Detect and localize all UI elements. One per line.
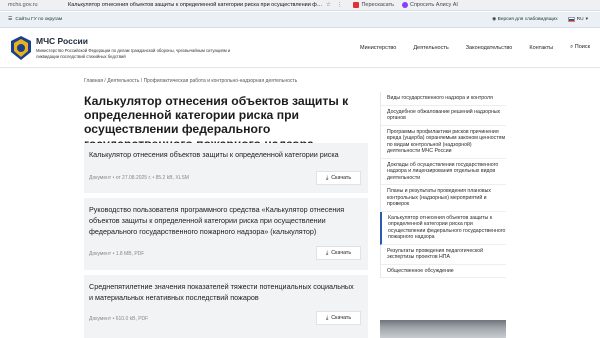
sidebar-item-supervision-types[interactable]: Виды государственного надзора и контроля [381,92,506,106]
translate-icon [353,2,360,8]
nav-activity[interactable]: Деятельность [413,45,448,51]
alice-label: Спросить Алису AI [409,2,458,8]
brand-name: МЧС России [36,36,88,46]
nav-contacts[interactable]: Контакты [529,45,553,51]
translate-extension[interactable]: Перескасать [353,2,394,8]
bookmark-icon[interactable]: ☆ [326,2,331,8]
alice-extension[interactable]: Спросить Алису AI [401,2,458,8]
breadcrumb-current: Профилактическая работа и контрольно-над… [143,78,298,84]
mchs-emblem-icon[interactable] [11,35,31,60]
sidebar-item-expertise-results[interactable]: Результаты проведения педагогической экс… [381,245,506,265]
download-button[interactable]: ⤓ Скачать [316,246,361,260]
download-icon: ⤓ [325,314,329,321]
download-button[interactable]: ⤓ Скачать [316,311,361,325]
document-card: Калькулятор отнесения объектов защиты к … [84,143,368,193]
accessibility-link[interactable]: ◉ Версия для слабовидящих [492,17,558,22]
eye-icon: ◉ [492,17,497,22]
sidebar-item-prevention-programs[interactable]: Программы профилактики рисков причинения… [381,126,506,159]
russian-flag-icon [567,17,575,22]
download-label: Скачать [331,250,352,256]
document-title: Среднепятилетние значения показателей тя… [89,282,354,302]
menu-icon: ☰ [8,17,13,22]
document-title: Руководство пользователя программного ср… [89,205,345,236]
browser-page-title: Калькулятор отнесения объектов защиты к … [68,2,323,8]
sidebar-item-public-discussion[interactable]: Общественное обсуждение [381,265,506,278]
download-button[interactable]: ⤓ Скачать [316,171,361,185]
breadcrumb-activity[interactable]: Деятельность [107,78,139,84]
download-icon: ⤓ [325,174,329,181]
regions-label: Сайты ГУ по округам [15,17,63,22]
sidebar-item-appeals[interactable]: Досудебное обжалование решений надзорных… [381,106,506,126]
download-label: Скачать [331,175,352,181]
document-card: Руководство пользователя программного ср… [84,198,368,270]
brand-subtitle: Министерство Российской Федерации по дел… [36,48,231,59]
main-nav: Министерство Деятельность Законодательст… [360,44,590,51]
regions-link[interactable]: ☰ Сайты ГУ по округам [8,17,62,22]
document-card: Среднепятилетние значения показателей тя… [84,275,368,338]
search-icon: ⌕ [570,44,574,50]
brand-block[interactable]: МЧС России Министерство Российской Федер… [36,36,241,59]
search-label: Поиск [574,44,590,50]
breadcrumb-home[interactable]: Главная [84,78,103,84]
sidebar-banner-image[interactable] [380,320,506,338]
download-label: Скачать [331,315,352,321]
extensions-icon[interactable]: ⋮ [337,2,343,8]
nav-legislation[interactable]: Законодательство [466,45,513,51]
sidebar-item-reports[interactable]: Доклады об осуществлении государственног… [381,159,506,185]
sidebar-item-inspection-plans[interactable]: Планы и результаты проведения плановых к… [381,185,506,212]
language-selector[interactable]: RU ▾ [567,17,588,22]
document-title: Калькулятор отнесения объектов защиты к … [89,150,339,159]
translate-label: Перескасать [361,2,394,8]
site-header: МЧС России Министерство Российской Федер… [0,28,600,68]
download-icon: ⤓ [325,249,329,256]
alice-icon [401,2,408,8]
breadcrumb: Главная / Деятельность / Профилактическа… [84,78,298,84]
address-bar[interactable]: mchs.gov.ru [8,2,68,8]
browser-toolbar: mchs.gov.ru Калькулятор отнесения объект… [0,0,600,11]
document-meta: Документ • от 27.08.2025 г. • 85.2 kB, X… [89,175,189,181]
accessibility-label: Версия для слабовидящих [497,17,558,22]
gov-bar: ☰ Сайты ГУ по округам ◉ Версия для слабов… [0,12,600,28]
sidebar-nav: Виды государственного надзора и контроля… [380,92,506,278]
nav-search[interactable]: ⌕ Поиск [570,44,590,51]
sidebar-item-calculator[interactable]: Калькулятор отнесения объектов защиты к … [380,211,506,245]
chevron-down-icon: ▾ [585,17,588,22]
language-label: RU [576,17,584,22]
document-meta: Документ • 610.0 kB, PDF [89,316,149,322]
nav-ministry[interactable]: Министерство [360,45,396,51]
document-meta: Документ • 1.8 MB, PDF [89,251,145,257]
